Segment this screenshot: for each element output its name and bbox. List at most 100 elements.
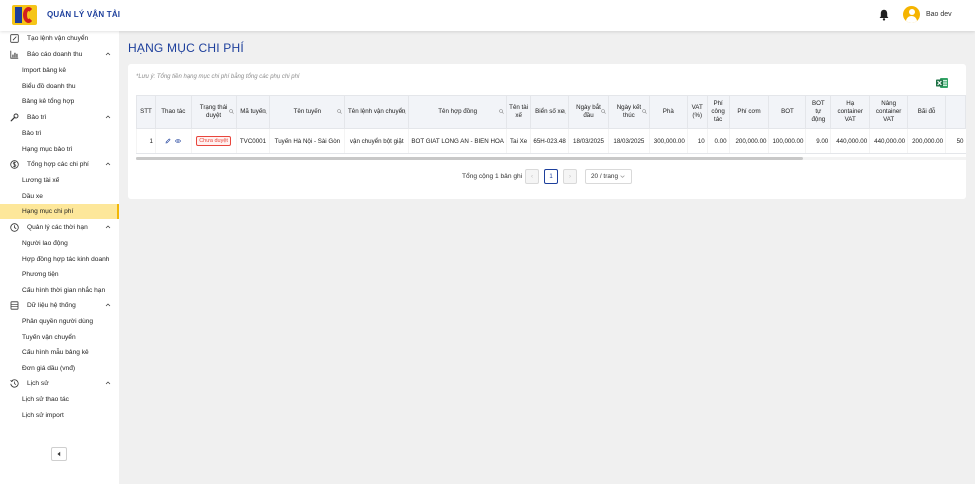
cell-route_code: TVC0001 — [235, 128, 270, 154]
column-header-6: Tên hợp đồng — [408, 95, 508, 129]
search-icon[interactable] — [262, 109, 268, 114]
app-logo[interactable] — [12, 5, 37, 25]
eye-icon[interactable] — [175, 138, 182, 144]
cell-actions — [154, 128, 192, 154]
sidebar-item-label: Tạo lệnh vận chuyển — [27, 35, 89, 42]
sidebar-item-11[interactable]: Hạng mục chi phí — [0, 204, 119, 220]
cell-plate: 65H-023.48 — [530, 128, 569, 154]
cell-status: Chưa duyệt — [190, 128, 237, 154]
sidebar-item-label: Lịch sử import — [22, 411, 64, 419]
column-header-14: Phí cơm — [728, 95, 770, 129]
content-card: *Lưu ý: Tổng tiền hạng mục chi phí bằng … — [128, 64, 966, 199]
column-header-13: Phí công tác — [706, 95, 730, 129]
search-icon[interactable] — [561, 109, 566, 114]
search-icon[interactable] — [642, 109, 647, 114]
sidebar-item-label: Lịch sử thao tác — [22, 396, 69, 404]
chevron-up-icon — [105, 52, 111, 56]
column-header-5: Tên lệnh vận chuyển — [344, 95, 410, 129]
column-header-label: Phà — [662, 108, 674, 115]
search-icon[interactable] — [228, 109, 234, 114]
sidebar-group-12[interactable]: Quản lý các thời hạn — [0, 220, 119, 235]
cell-meal_fee: 200,000.00 — [728, 128, 769, 154]
cost-table: STT Thao tác Trạng thái duyệt Mã tuyến Tên t… — [136, 95, 966, 154]
cell-order_name: vận chuyển bột giặt — [344, 128, 409, 154]
edit-icon[interactable] — [165, 138, 171, 144]
sidebar-item-2[interactable]: Import bảng kê — [0, 63, 119, 78]
sidebar-item-9[interactable]: Lương tài xế — [0, 173, 119, 188]
column-header-label: Nâng container VAT — [875, 100, 902, 123]
sidebar-item-6[interactable]: Bảo trì — [0, 126, 119, 141]
sidebar-item-4[interactable]: Bảng kê tổng hợp — [0, 94, 119, 109]
page-1-button[interactable]: 1 — [544, 169, 558, 184]
sidebar-item-19[interactable]: Tuyến vận chuyển — [0, 330, 119, 345]
chevron-down-icon — [620, 175, 625, 178]
sidebar-item-23[interactable]: Lịch sử thao tác — [0, 392, 119, 407]
sidebar-item-15[interactable]: Phương tiện — [0, 267, 119, 282]
sidebar-item-24[interactable]: Lịch sử import — [0, 408, 119, 423]
bar-chart-icon — [10, 50, 19, 59]
pagination-total: Tổng cộng 1 bản ghi — [462, 173, 523, 180]
scrollbar-thumb[interactable] — [136, 157, 803, 160]
sidebar-item-21[interactable]: Đơn giá dầu (vnđ) — [0, 361, 119, 376]
sidebar-item-13[interactable]: Người lao động — [0, 236, 119, 251]
note-text: *Lưu ý: Tổng tiền hạng mục chi phí bằng … — [136, 74, 300, 80]
search-icon[interactable] — [499, 109, 504, 114]
sidebar-group-17[interactable]: Dữ liệu hệ thống — [0, 298, 119, 313]
sidebar-item-10[interactable]: Dầu xe — [0, 189, 119, 204]
sidebar-group-5[interactable]: Bảo trì — [0, 110, 119, 125]
sidebar-group-1[interactable]: Báo cáo doanh thu — [0, 47, 119, 62]
cell-work_fee: 0.00 — [706, 128, 730, 154]
sidebar-item-16[interactable]: Cấu hình thời gian nhắc hạn — [0, 283, 119, 298]
search-icon[interactable] — [601, 109, 606, 114]
user-avatar[interactable] — [903, 6, 920, 23]
chevron-up-icon — [105, 115, 111, 119]
column-header-label: Biển số xe — [535, 108, 565, 115]
next-page-button[interactable]: › — [563, 169, 577, 184]
collapse-sidebar-button[interactable] — [51, 447, 67, 461]
column-header-8: Biển số xe — [530, 95, 570, 129]
cell-bot_auto: 9.00 — [805, 128, 831, 154]
bell-icon[interactable] — [879, 9, 889, 21]
search-icon[interactable] — [337, 109, 343, 114]
sidebar-item-label: Hợp đồng hợp tác kinh doanh — [22, 255, 110, 263]
user-name[interactable]: Bao dev — [926, 11, 952, 18]
history-icon — [10, 379, 19, 388]
column-header-17: Hạ container VAT — [830, 95, 871, 129]
table-header-row: STT Thao tác Trạng thái duyệt Mã tuyến Tên t… — [136, 95, 966, 129]
search-icon[interactable] — [401, 109, 406, 114]
cell-route_name: Tuyến Hà Nội - Sài Gòn — [269, 128, 345, 154]
sidebar-item-label: Bảo trì — [27, 113, 47, 121]
column-header-label: VAT (%) — [691, 104, 703, 119]
sidebar-item-label: Phương tiện — [22, 271, 59, 278]
cell-stt: 1 — [136, 128, 156, 154]
column-header-label: Thao tác — [161, 108, 186, 115]
sidebar-item-label: Lịch sử — [27, 380, 49, 388]
cell-end: 18/03/2025 — [607, 128, 650, 154]
sidebar-item-label: Cấu hình thời gian nhắc hạn — [22, 286, 106, 294]
cell-driver: Tai Xe — [506, 128, 531, 154]
status-badge: Chưa duyệt — [196, 136, 231, 146]
horizontal-scrollbar[interactable] — [136, 157, 966, 160]
table-body: 1 Chưa duyệt TVC0001 Tuyến Hà Nội - Sài Gòn… — [136, 128, 966, 154]
sidebar-group-22[interactable]: Lịch sử — [0, 376, 119, 391]
sidebar-item-3[interactable]: Biểu đồ doanh thu — [0, 79, 119, 94]
sidebar-item-label: Import bảng kê — [22, 67, 66, 75]
column-header-20 — [945, 95, 966, 129]
chevron-up-icon — [105, 303, 111, 307]
dollar-icon — [10, 160, 19, 169]
cost-table-container[interactable]: STT Thao tác Trạng thái duyệt Mã tuyến Tên t… — [136, 95, 966, 157]
column-header-16: BOT tự động — [805, 95, 832, 129]
excel-export-icon[interactable] — [936, 77, 948, 89]
column-header-label: Phí công tác — [711, 100, 725, 123]
top-header: QUẢN LÝ VẬN TẢI Bao dev — [0, 0, 975, 31]
sidebar-item-18[interactable]: Phân quyền người dùng — [0, 314, 119, 329]
prev-page-button[interactable]: ‹ — [525, 169, 539, 184]
sidebar-group-0[interactable]: Tạo lệnh vận chuyển — [0, 31, 119, 46]
sidebar: Tạo lệnh vận chuyển Báo cáo doanh thu Impo… — [0, 31, 119, 484]
page-size-select[interactable]: 20 / trang — [585, 169, 632, 184]
sidebar-group-8[interactable]: Tổng hợp các chi phí — [0, 157, 119, 172]
sidebar-item-20[interactable]: Cấu hình mẫu bảng kê — [0, 345, 119, 360]
sidebar-item-14[interactable]: Hợp đồng hợp tác kinh doanh — [0, 252, 119, 267]
sidebar-item-7[interactable]: Hạng mục bảo trì — [0, 142, 119, 157]
column-header-7: Tên tài xế — [506, 95, 532, 129]
